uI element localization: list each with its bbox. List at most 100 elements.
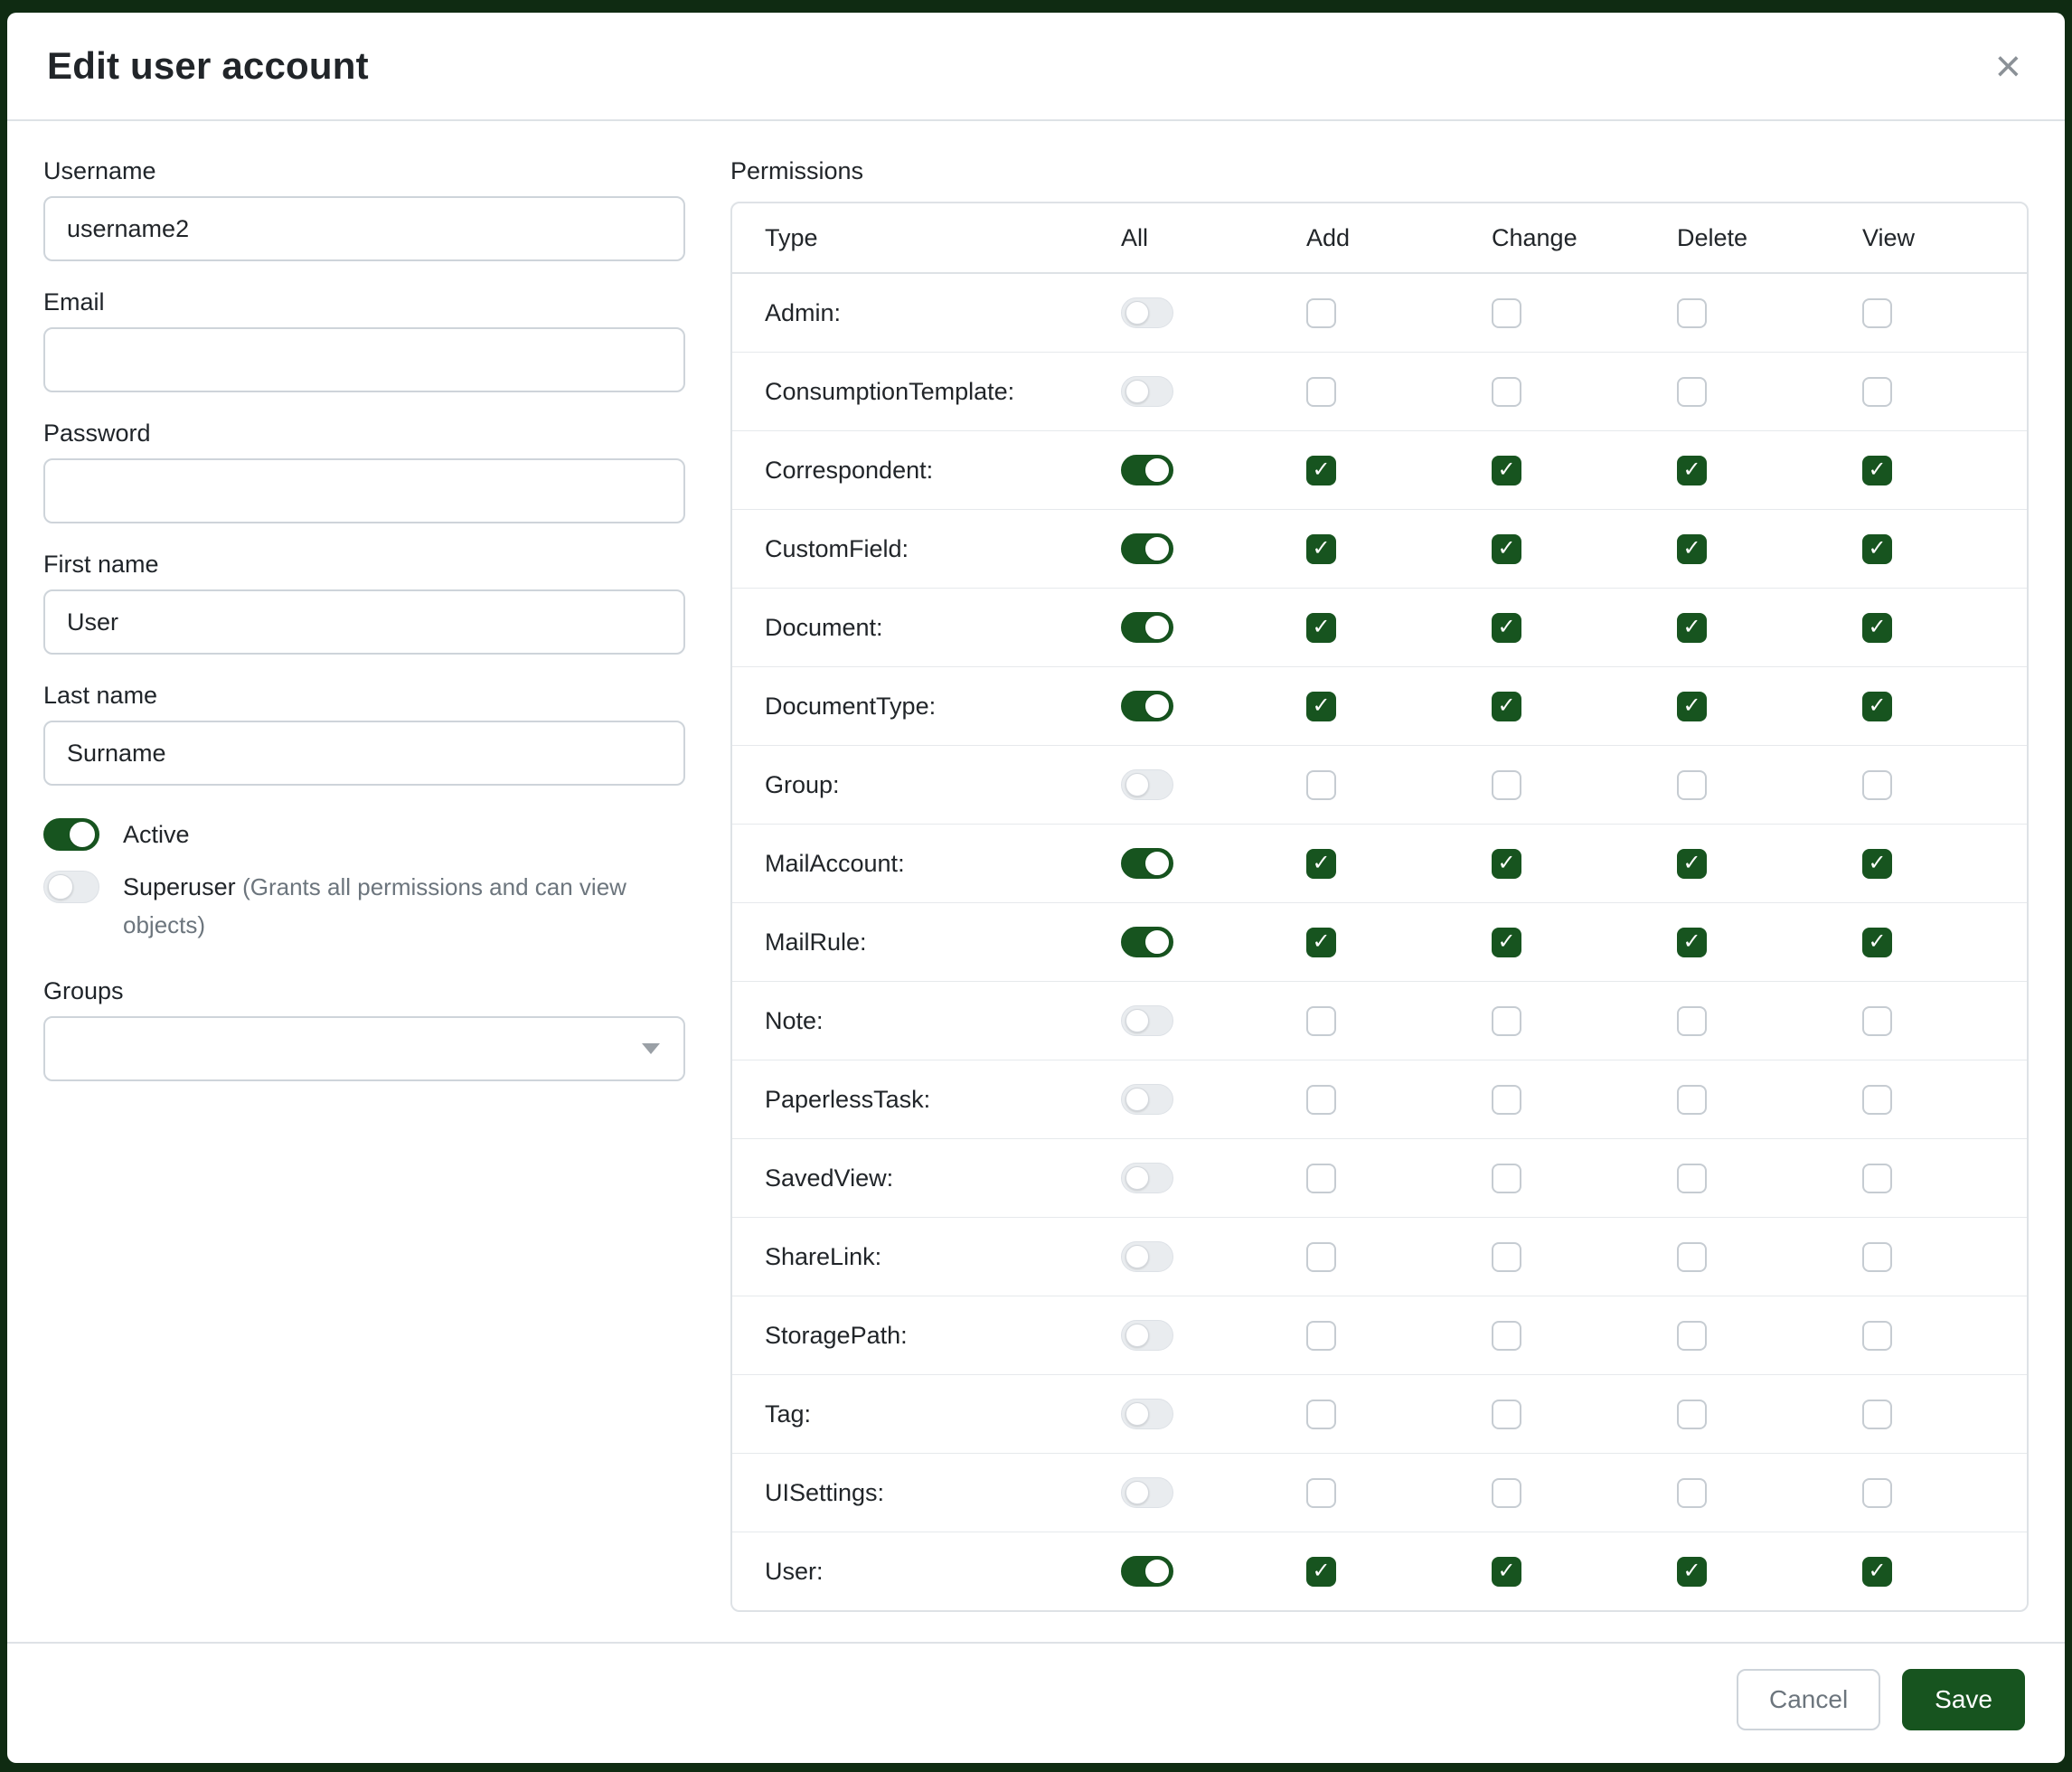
perm-checkbox-change[interactable]	[1492, 692, 1521, 721]
perm-toggle-all[interactable]	[1121, 1477, 1173, 1508]
perm-toggle-all[interactable]	[1121, 1556, 1173, 1587]
perm-checkbox-add[interactable]	[1306, 377, 1336, 407]
perm-checkbox-change[interactable]	[1492, 1164, 1521, 1193]
perm-toggle-all[interactable]	[1121, 927, 1173, 957]
perm-toggle-all[interactable]	[1121, 1241, 1173, 1272]
perm-checkbox-change[interactable]	[1492, 1006, 1521, 1036]
perm-checkbox-view[interactable]	[1862, 1085, 1892, 1115]
modal-header: Edit user account ×	[7, 13, 2065, 121]
perm-checkbox-delete[interactable]	[1677, 1242, 1707, 1272]
perm-checkbox-add[interactable]	[1306, 1164, 1336, 1193]
perm-checkbox-add[interactable]	[1306, 613, 1336, 643]
perm-checkbox-add[interactable]	[1306, 456, 1336, 485]
perm-checkbox-delete[interactable]	[1677, 1006, 1707, 1036]
perm-checkbox-delete[interactable]	[1677, 849, 1707, 879]
perm-toggle-all[interactable]	[1121, 297, 1173, 328]
perm-checkbox-change[interactable]	[1492, 456, 1521, 485]
perm-toggle-all[interactable]	[1121, 1320, 1173, 1351]
perm-checkbox-delete[interactable]	[1677, 298, 1707, 328]
perm-checkbox-view[interactable]	[1862, 1321, 1892, 1351]
perm-checkbox-delete[interactable]	[1677, 1164, 1707, 1193]
perm-checkbox-view[interactable]	[1862, 1242, 1892, 1272]
perm-checkbox-change[interactable]	[1492, 534, 1521, 564]
perm-checkbox-view[interactable]	[1862, 1557, 1892, 1587]
perm-checkbox-add[interactable]	[1306, 770, 1336, 800]
perm-checkbox-delete[interactable]	[1677, 1085, 1707, 1115]
perm-checkbox-delete[interactable]	[1677, 770, 1707, 800]
perm-checkbox-add[interactable]	[1306, 1557, 1336, 1587]
close-icon[interactable]: ×	[1992, 43, 2025, 89]
perm-checkbox-add[interactable]	[1306, 1321, 1336, 1351]
perm-toggle-all[interactable]	[1121, 691, 1173, 721]
perm-checkbox-delete[interactable]	[1677, 692, 1707, 721]
perm-checkbox-change[interactable]	[1492, 1085, 1521, 1115]
password-field[interactable]	[43, 458, 685, 523]
active-toggle[interactable]	[43, 818, 99, 851]
perm-toggle-all[interactable]	[1121, 1163, 1173, 1193]
perm-checkbox-view[interactable]	[1862, 613, 1892, 643]
perm-checkbox-delete[interactable]	[1677, 613, 1707, 643]
perm-checkbox-delete[interactable]	[1677, 1400, 1707, 1429]
perm-checkbox-delete[interactable]	[1677, 377, 1707, 407]
perm-checkbox-change[interactable]	[1492, 849, 1521, 879]
perm-checkbox-add[interactable]	[1306, 849, 1336, 879]
save-button[interactable]: Save	[1902, 1669, 2025, 1730]
perm-checkbox-view[interactable]	[1862, 692, 1892, 721]
perm-checkbox-add[interactable]	[1306, 1006, 1336, 1036]
perm-checkbox-change[interactable]	[1492, 1242, 1521, 1272]
perm-checkbox-delete[interactable]	[1677, 1478, 1707, 1508]
perm-toggle-all[interactable]	[1121, 769, 1173, 800]
username-input[interactable]	[43, 196, 685, 261]
perm-checkbox-view[interactable]	[1862, 1164, 1892, 1193]
perm-checkbox-delete[interactable]	[1677, 1321, 1707, 1351]
perm-checkbox-add[interactable]	[1306, 298, 1336, 328]
perm-checkbox-add[interactable]	[1306, 534, 1336, 564]
perm-toggle-all[interactable]	[1121, 1399, 1173, 1429]
perm-toggle-all[interactable]	[1121, 533, 1173, 564]
perm-checkbox-view[interactable]	[1862, 377, 1892, 407]
perm-toggle-all[interactable]	[1121, 376, 1173, 407]
perm-checkbox-change[interactable]	[1492, 298, 1521, 328]
perm-checkbox-change[interactable]	[1492, 928, 1521, 957]
perm-checkbox-change[interactable]	[1492, 377, 1521, 407]
perm-checkbox-view[interactable]	[1862, 1006, 1892, 1036]
perm-checkbox-change[interactable]	[1492, 1478, 1521, 1508]
perm-checkbox-view[interactable]	[1862, 1400, 1892, 1429]
cancel-button[interactable]: Cancel	[1737, 1669, 1880, 1730]
first-name-field[interactable]	[43, 589, 685, 655]
groups-select[interactable]	[43, 1016, 685, 1081]
modal-title: Edit user account	[47, 44, 369, 88]
perm-checkbox-delete[interactable]	[1677, 928, 1707, 957]
perm-checkbox-add[interactable]	[1306, 1400, 1336, 1429]
perm-checkbox-delete[interactable]	[1677, 534, 1707, 564]
perm-checkbox-view[interactable]	[1862, 928, 1892, 957]
last-name-field[interactable]	[43, 721, 685, 786]
table-row: SavedView:	[732, 1139, 2027, 1218]
perm-toggle-all[interactable]	[1121, 1084, 1173, 1115]
perm-toggle-all[interactable]	[1121, 612, 1173, 643]
perm-toggle-all[interactable]	[1121, 848, 1173, 879]
perm-checkbox-view[interactable]	[1862, 1478, 1892, 1508]
perm-checkbox-change[interactable]	[1492, 770, 1521, 800]
perm-checkbox-add[interactable]	[1306, 1085, 1336, 1115]
perm-checkbox-view[interactable]	[1862, 456, 1892, 485]
superuser-toggle[interactable]	[43, 871, 99, 903]
perm-checkbox-change[interactable]	[1492, 1321, 1521, 1351]
perm-checkbox-view[interactable]	[1862, 849, 1892, 879]
perm-checkbox-view[interactable]	[1862, 534, 1892, 564]
perm-checkbox-add[interactable]	[1306, 1242, 1336, 1272]
perm-checkbox-add[interactable]	[1306, 928, 1336, 957]
perm-checkbox-change[interactable]	[1492, 613, 1521, 643]
perm-toggle-all[interactable]	[1121, 455, 1173, 485]
perm-checkbox-add[interactable]	[1306, 692, 1336, 721]
perm-checkbox-change[interactable]	[1492, 1557, 1521, 1587]
perm-type-label: User:	[732, 1558, 1121, 1586]
perm-checkbox-view[interactable]	[1862, 770, 1892, 800]
perm-checkbox-delete[interactable]	[1677, 456, 1707, 485]
perm-toggle-all[interactable]	[1121, 1005, 1173, 1036]
email-field[interactable]	[43, 327, 685, 392]
perm-checkbox-view[interactable]	[1862, 298, 1892, 328]
perm-checkbox-change[interactable]	[1492, 1400, 1521, 1429]
perm-checkbox-delete[interactable]	[1677, 1557, 1707, 1587]
perm-checkbox-add[interactable]	[1306, 1478, 1336, 1508]
